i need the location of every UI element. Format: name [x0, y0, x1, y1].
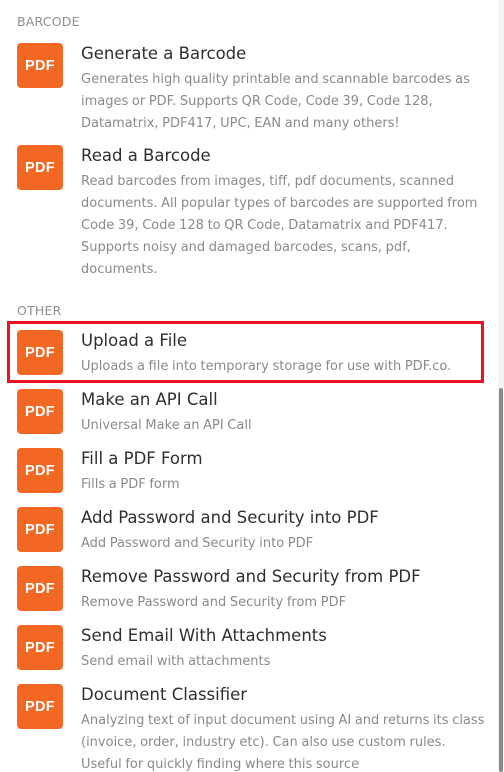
module-item-document-classifier[interactable]: PDF Document Classifier Analyzing text o… [17, 684, 487, 772]
module-description: Read barcodes from images, tiff, pdf doc… [81, 174, 478, 277]
module-item-remove-password[interactable]: PDF Remove Password and Security from PD… [17, 566, 487, 616]
module-title: Send Email With Attachments [81, 626, 327, 645]
pdf-badge-icon: PDF [17, 145, 63, 190]
module-description: Generates high quality printable and sca… [81, 72, 470, 131]
module-title: Generate a Barcode [81, 44, 247, 63]
pdf-badge-icon: PDF [17, 507, 63, 552]
module-title: Make an API Call [81, 390, 218, 409]
module-description: Remove Password and Security from PDF [81, 595, 347, 610]
scrollbar-thumb[interactable] [499, 388, 503, 772]
module-title: Fill a PDF Form [81, 449, 203, 468]
module-item-make-api-call[interactable]: PDF Make an API Call Universal Make an A… [17, 389, 487, 439]
module-item-fill-pdf-form[interactable]: PDF Fill a PDF Form Fills a PDF form [17, 448, 487, 498]
pdf-badge-icon: PDF [17, 448, 63, 493]
pdf-badge-icon: PDF [17, 43, 63, 88]
pdf-badge-icon: PDF [17, 684, 63, 729]
module-description: Add Password and Security into PDF [81, 536, 314, 551]
module-title: Remove Password and Security from PDF [81, 567, 421, 586]
pdf-badge-icon: PDF [17, 625, 63, 670]
section-header-other: OTHER [17, 303, 62, 318]
module-list-panel: BARCODE PDF Generate a Barcode Generates… [0, 0, 504, 772]
module-item-generate-barcode[interactable]: PDF Generate a Barcode Generates high qu… [17, 43, 487, 133]
module-description: Send email with attachments [81, 654, 271, 669]
pdf-badge-icon: PDF [17, 566, 63, 611]
module-item-add-password[interactable]: PDF Add Password and Security into PDF A… [17, 507, 487, 557]
module-description: Fills a PDF form [81, 477, 180, 492]
module-title: Document Classifier [81, 685, 248, 704]
module-description: Analyzing text of input document using A… [81, 713, 485, 772]
section-header-barcode: BARCODE [17, 14, 80, 29]
module-title: Add Password and Security into PDF [81, 508, 379, 527]
module-description: Universal Make an API Call [81, 418, 252, 433]
highlight-box [7, 321, 484, 383]
module-item-send-email[interactable]: PDF Send Email With Attachments Send ema… [17, 625, 487, 675]
module-title: Read a Barcode [81, 146, 211, 165]
module-item-read-barcode[interactable]: PDF Read a Barcode Read barcodes from im… [17, 145, 487, 281]
pdf-badge-icon: PDF [17, 389, 63, 434]
